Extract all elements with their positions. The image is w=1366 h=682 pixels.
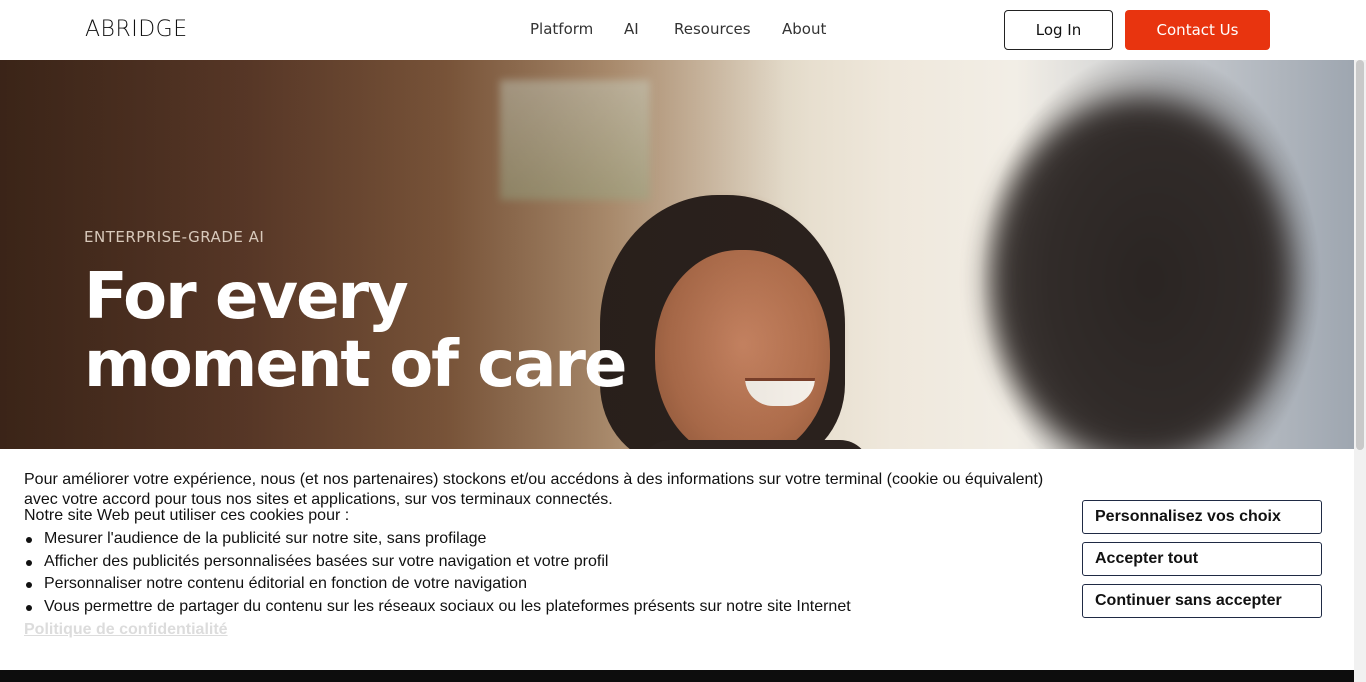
hero-title-line-1: For every	[84, 260, 409, 334]
hero-title-line-2: moment of care	[84, 328, 627, 402]
nav-item-platform[interactable]: Platform	[530, 20, 593, 38]
accept-all-button[interactable]: Accepter tout	[1082, 542, 1322, 576]
page-below-fold-strip	[0, 670, 1354, 682]
nav-item-about[interactable]: About	[782, 20, 826, 38]
list-item: Afficher des publicités personnalisées b…	[26, 552, 851, 575]
log-in-button[interactable]: Log In	[1004, 10, 1113, 50]
cookie-consent-banner: Pour améliorer votre expérience, nous (e…	[0, 449, 1354, 670]
cookie-purpose-list: Mesurer l'audience de la publicité sur n…	[26, 529, 851, 620]
cookie-intro: Pour améliorer votre expérience, nous (e…	[24, 471, 1044, 508]
list-item: Personnaliser notre contenu éditorial en…	[26, 574, 851, 597]
page-scrollbar-thumb[interactable]	[1356, 60, 1364, 450]
top-navigation-bar: ABRIDGE Platform AI Resources About Log …	[0, 0, 1366, 60]
contact-us-button[interactable]: Contact Us	[1125, 10, 1270, 50]
customize-choices-button[interactable]: Personnalisez vos choix	[1082, 500, 1322, 534]
continue-without-accepting-button[interactable]: Continuer sans accepter	[1082, 584, 1322, 618]
hero-title: For every moment of care	[84, 260, 627, 402]
nav-item-resources[interactable]: Resources	[674, 20, 751, 38]
abridge-logo[interactable]: ABRIDGE	[85, 17, 188, 42]
hero-eyebrow: ENTERPRISE-GRADE AI	[84, 228, 265, 246]
cookie-intro-text: Pour améliorer votre expérience, nous (e…	[24, 470, 1054, 526]
nav-item-ai[interactable]: AI	[624, 20, 639, 38]
list-item: Mesurer l'audience de la publicité sur n…	[26, 529, 851, 552]
hero-section: ENTERPRISE-GRADE AI For every moment of …	[0, 60, 1354, 450]
privacy-policy-link[interactable]: Politique de confidentialité	[24, 621, 228, 639]
list-item: Vous permettre de partager du contenu su…	[26, 597, 851, 620]
